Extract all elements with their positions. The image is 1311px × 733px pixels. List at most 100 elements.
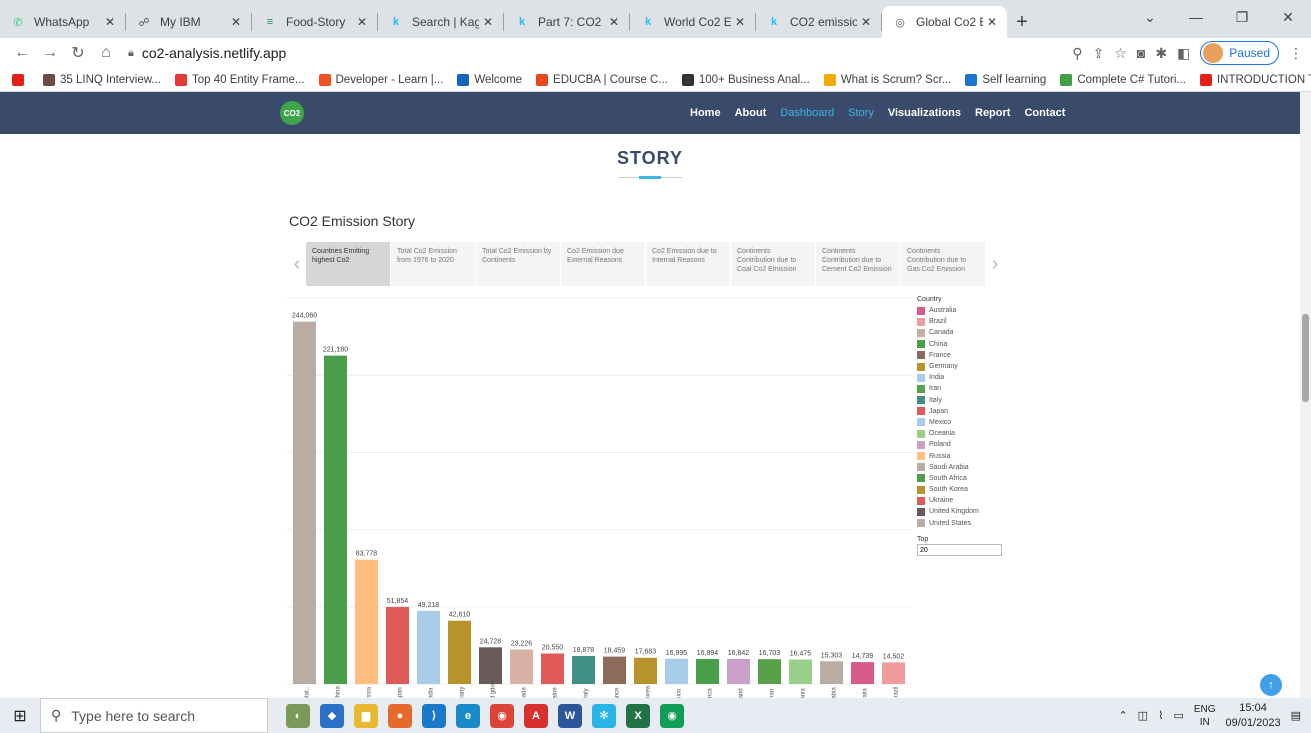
forward-icon[interactable]: → (36, 39, 64, 67)
story-point-tab[interactable]: Total Co2 Emission by Continents (476, 242, 561, 286)
legend-item[interactable]: Oceania (917, 428, 979, 439)
legend-item[interactable]: Japan (917, 406, 979, 417)
acrobat-app-icon[interactable]: A (524, 703, 548, 728)
legend-item[interactable]: Italy (917, 395, 979, 406)
chart-bar[interactable] (882, 662, 905, 684)
tab-search-icon[interactable]: ⌄ (1127, 4, 1173, 30)
browser-tab[interactable]: ✆ WhatsApp ✕ (0, 6, 125, 38)
side-panel-icon[interactable]: ◧ (1177, 45, 1190, 62)
bookmark-item[interactable]: Welcome (457, 73, 522, 86)
legend-item[interactable]: Iran (917, 383, 979, 394)
chart-bar[interactable] (727, 658, 750, 684)
browser-tab[interactable]: k CO2 emission pre ✕ (756, 6, 881, 38)
scrollbar-thumb[interactable] (1302, 314, 1309, 402)
legend-item[interactable]: United Kingdom (917, 506, 979, 517)
tab-close-icon[interactable]: ✕ (861, 15, 871, 29)
browser-tab[interactable]: k Part 7: CO2 Emiss ✕ (504, 6, 629, 38)
legend-item[interactable]: Mexico (917, 417, 979, 428)
legend-item[interactable]: South Africa (917, 473, 979, 484)
vscode-app-icon[interactable]: ⟩ (422, 703, 446, 728)
bookmark-item[interactable]: What is Scrum? Scr... (823, 73, 951, 86)
menu-kebab-icon[interactable]: ⋮ (1289, 45, 1303, 62)
nav-link-contact[interactable]: Contact (1024, 107, 1065, 119)
close-window-icon[interactable]: ✕ (1265, 4, 1311, 30)
taskview-app-icon[interactable]: ◐ (286, 703, 310, 728)
edge-app-icon[interactable]: e (456, 703, 480, 728)
share-icon[interactable]: ⇪ (1093, 45, 1105, 62)
chart-bar[interactable] (634, 657, 657, 684)
bookmark-item[interactable]: INTRODUCTION TO... (1199, 73, 1311, 86)
bookmark-item[interactable]: Self learning (965, 73, 1046, 86)
chart-bar[interactable] (572, 655, 595, 684)
story-next-icon[interactable]: › (986, 242, 1004, 286)
browser-tab[interactable]: ◎ Global Co2 Emiss ✕ (882, 6, 1007, 38)
nav-link-report[interactable]: Report (975, 107, 1010, 119)
back-icon[interactable]: ← (8, 39, 36, 67)
firefox-app-icon[interactable]: ● (388, 703, 412, 728)
bookmark-item[interactable]: EDUCBA | Course C... (536, 73, 668, 86)
site-logo[interactable]: CO2 (280, 101, 304, 125)
taskbar-clock[interactable]: 15:04 09/01/2023 (1226, 701, 1281, 730)
chart-bar[interactable] (386, 607, 409, 684)
snowflake-app-icon[interactable]: ✻ (592, 703, 616, 728)
story-point-tab[interactable]: Continents Contribution due to Gas Co2 E… (901, 242, 986, 286)
chart-bar[interactable] (324, 355, 347, 684)
new-tab-icon[interactable]: + (1007, 6, 1037, 38)
tray-chevron-icon[interactable]: ⌃ (1118, 709, 1127, 722)
bookmark-item[interactable]: Top 40 Entity Frame... (175, 73, 305, 86)
azure-app-icon[interactable]: ◆ (320, 703, 344, 728)
chart-bar[interactable] (417, 610, 440, 684)
minimize-icon[interactable]: — (1173, 4, 1219, 30)
legend-item[interactable]: France (917, 350, 979, 361)
top-n-input[interactable] (917, 544, 1002, 556)
chart-bar[interactable] (758, 659, 781, 684)
bookmark-item[interactable]: 100+ Business Anal... (681, 73, 810, 86)
legend-item[interactable]: Saudi Arabia (917, 462, 979, 473)
chart-bar[interactable] (820, 661, 843, 684)
legend-item[interactable]: Canada (917, 327, 979, 338)
browser-tab[interactable]: k World Co2 Emissi ✕ (630, 6, 755, 38)
wifi-icon[interactable]: ⌇ (1158, 709, 1163, 722)
tab-close-icon[interactable]: ✕ (609, 15, 619, 29)
tab-close-icon[interactable]: ✕ (105, 15, 115, 29)
tab-close-icon[interactable]: ✕ (987, 15, 997, 29)
nav-link-home[interactable]: Home (690, 107, 721, 119)
tab-close-icon[interactable]: ✕ (231, 15, 241, 29)
chart-bar[interactable] (541, 653, 564, 684)
story-point-tab[interactable]: Continents Contribution due to Coal Co2 … (731, 242, 816, 286)
chart-bar[interactable] (603, 656, 626, 684)
nav-link-story[interactable]: Story (848, 107, 874, 119)
story-point-tab[interactable]: Countries Emitting highest Co2 (306, 242, 391, 286)
restore-icon[interactable]: ❐ (1219, 4, 1265, 30)
word-app-icon[interactable]: W (558, 703, 582, 728)
legend-item[interactable]: China (917, 339, 979, 350)
story-point-tab[interactable]: Co2 Emission due to Internal Reasons (646, 242, 731, 286)
legend-item[interactable]: India (917, 372, 979, 383)
legend-item[interactable]: South Korea (917, 484, 979, 495)
legend-item[interactable]: Australia (917, 305, 979, 316)
legend-item[interactable]: Poland (917, 439, 979, 450)
extensions-puzzle-icon[interactable]: ✱ (1155, 45, 1167, 62)
chrome2-app-icon[interactable]: ◉ (660, 703, 684, 728)
bookmark-item[interactable]: 35 LINQ Interview... (43, 73, 161, 86)
profile-button[interactable]: Paused (1200, 41, 1279, 65)
story-point-tab[interactable]: Co2 Emission due External Reasons (561, 242, 646, 286)
story-point-tab[interactable]: Continents Contribution due to Cement Co… (816, 242, 901, 286)
extension-icon[interactable]: ◙ (1137, 45, 1145, 61)
notifications-icon[interactable]: ▤ (1291, 709, 1301, 722)
battery-icon[interactable]: ▭ (1173, 709, 1183, 722)
zoom-icon[interactable]: ⚲ (1072, 45, 1082, 62)
chart-bar[interactable] (789, 659, 812, 684)
page-scrollbar[interactable] (1300, 92, 1311, 698)
language-indicator[interactable]: ENG IN (1194, 703, 1216, 729)
reload-icon[interactable]: ↻ (64, 39, 92, 67)
chart-bar[interactable] (665, 658, 688, 684)
windows-start-icon[interactable]: ⊞ (0, 698, 40, 733)
network-icon[interactable]: ◫ (1138, 709, 1148, 722)
story-point-tab[interactable]: Total Co2 Emission from 1976 to 2020 (391, 242, 476, 286)
legend-item[interactable]: Germany (917, 361, 979, 372)
nav-link-dashboard[interactable]: Dashboard (780, 107, 834, 119)
chart-bar[interactable] (696, 658, 719, 684)
chart-bar[interactable] (510, 649, 533, 684)
bookmark-item[interactable]: Developer - Learn |... (318, 73, 443, 86)
